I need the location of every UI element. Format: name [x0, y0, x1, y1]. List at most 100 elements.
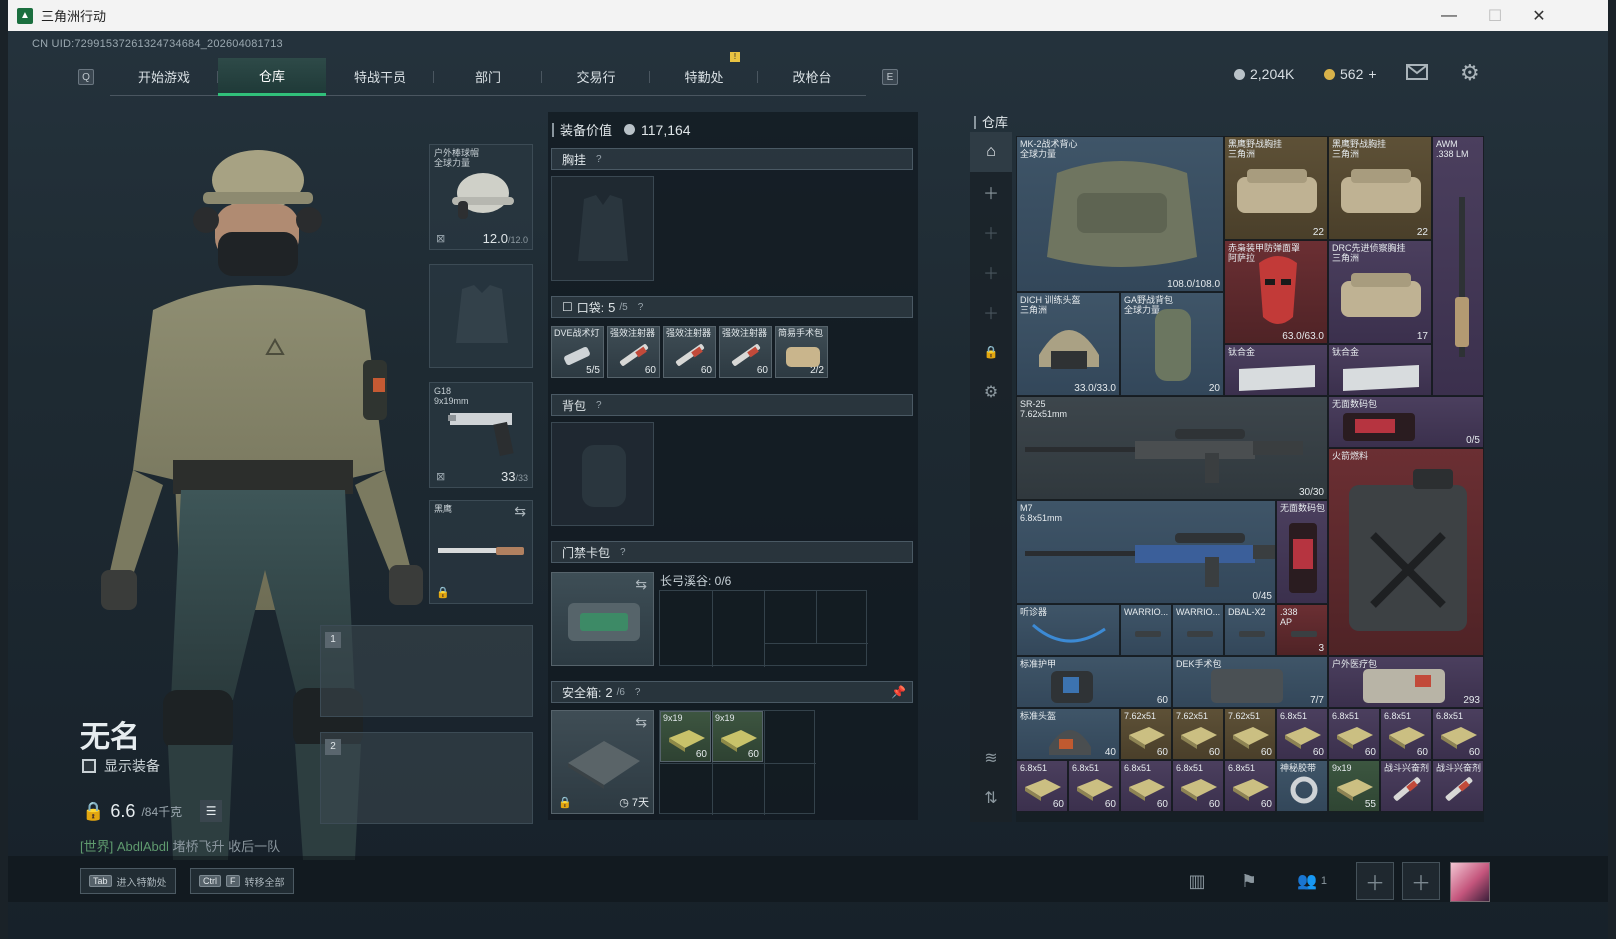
invite-slot-2[interactable]: ＋ — [1402, 862, 1440, 900]
ammo-item[interactable]: 6.8x51 60 — [1068, 760, 1120, 812]
face-mask-item[interactable]: 赤枭装甲防弹面罩 阿萨拉 63.0/63.0 — [1224, 240, 1328, 344]
lock-page-icon[interactable]: 🔒 — [970, 332, 1012, 372]
list-icon[interactable]: ☰ — [200, 800, 223, 822]
help-icon[interactable]: ? — [596, 400, 602, 411]
stimulant-item[interactable]: 战斗兴奋剂 — [1380, 760, 1432, 812]
ingot-item[interactable]: 钛合金 — [1224, 344, 1328, 396]
ammo-item[interactable]: 6.8x51 60 — [1276, 708, 1328, 760]
data-drive-item[interactable]: 无面数码包 0/5 — [1328, 396, 1484, 448]
ingot-item[interactable]: 钛合金 — [1328, 344, 1432, 396]
ammo-item[interactable]: .338 AP 3 — [1276, 604, 1328, 656]
helmet-item[interactable]: 标准头盔 40 — [1016, 708, 1120, 760]
keycard-case-item[interactable]: ⇆ — [551, 572, 654, 666]
tab-department[interactable]: 部门 — [434, 58, 542, 96]
checkbox-icon[interactable] — [82, 759, 96, 773]
help-icon[interactable]: ? — [596, 154, 602, 165]
primary-weapon-slot-1[interactable]: 1 — [320, 625, 533, 717]
laser-item[interactable]: DBAL-X2 — [1224, 604, 1276, 656]
m7-rifle-item[interactable]: M7 6.8x51mm 0/45 — [1016, 500, 1276, 604]
ammo-item[interactable]: 6.8x51 60 — [1328, 708, 1380, 760]
safebox-ammo-item[interactable]: 9x19 60 — [660, 711, 711, 762]
minimize-button[interactable]: — — [1426, 0, 1472, 31]
keycard-grid[interactable] — [659, 590, 868, 667]
ammo-item[interactable]: 6.8x51 60 — [1380, 708, 1432, 760]
sort-icon[interactable]: ⇅ — [970, 778, 1012, 818]
avatar[interactable] — [1450, 862, 1490, 902]
helmet-slot[interactable]: 户外棒球帽 全球力量 ⊠ 12.0/12.0 — [429, 144, 533, 250]
melee-slot[interactable]: 黑鹰 ⇆ 🔒 — [429, 500, 533, 604]
warehouse-grid[interactable]: MK-2战术背心 全球力量 108.0/108.0 黑鹰野战胸挂 三角洲 22 黑鹰野战胸挂… — [1016, 136, 1484, 822]
safebox-ammo-item[interactable]: 9x19 60 — [712, 711, 763, 762]
safebox-item[interactable]: ⇆ 🔒 ◷ 7天 — [551, 710, 654, 814]
swap-icon[interactable]: ⇆ — [514, 503, 526, 520]
armor-slot[interactable] — [429, 264, 533, 368]
awm-rifle-item[interactable]: AWM .338 LM — [1432, 136, 1484, 396]
show-gear-toggle[interactable]: 显示装备 — [82, 756, 160, 776]
swap-icon[interactable]: ⇆ — [635, 576, 647, 593]
mail-icon[interactable] — [1406, 64, 1428, 80]
add-page-icon[interactable]: ＋ — [970, 172, 1012, 212]
invite-slot-1[interactable]: ＋ — [1356, 862, 1394, 900]
vest-item[interactable]: MK-2战术背心 全球力量 108.0/108.0 — [1016, 136, 1224, 292]
ammo-item[interactable]: 7.62x51 60 — [1120, 708, 1172, 760]
ammo-item[interactable]: 7.62x51 60 — [1224, 708, 1276, 760]
nav-key-right[interactable]: E — [882, 69, 898, 85]
enter-special-ops-button[interactable]: Tab 进入特勤处 — [80, 868, 176, 894]
ammo-item[interactable]: 6.8x51 60 — [1224, 760, 1276, 812]
add-page-icon[interactable]: ＋ — [970, 292, 1012, 332]
pocket-item[interactable]: 强效注射器 60 — [663, 326, 716, 378]
primary-weapon-slot-2[interactable]: 2 — [320, 732, 533, 824]
tab-special-ops[interactable]: 特勤处 — [650, 58, 758, 96]
ammo-item[interactable]: 7.62x51 60 — [1172, 708, 1224, 760]
chest-rig-item[interactable]: 黑鹰野战胸挂 三角洲 22 — [1328, 136, 1432, 240]
help-icon[interactable]: ? — [635, 687, 641, 698]
data-drive-item[interactable]: 无面数码包 — [1276, 500, 1328, 604]
chest-rig-item[interactable]: 黑鹰野战胸挂 三角洲 22 — [1224, 136, 1328, 240]
tab-operators[interactable]: 特战干员 — [326, 58, 434, 96]
tape-item[interactable]: 神秘胶带 — [1276, 760, 1328, 812]
add-page-icon[interactable]: ＋ — [970, 212, 1012, 252]
ammo-item[interactable]: 6.8x51 60 — [1432, 708, 1484, 760]
pocket-item[interactable]: DVE战术灯 5/5 — [551, 326, 604, 378]
backpack-slot[interactable] — [551, 422, 654, 526]
attachment-item[interactable]: WARRIO... — [1120, 604, 1172, 656]
warehouse-settings-icon[interactable]: ⚙ — [970, 372, 1012, 412]
add-currency-icon[interactable]: + — [1368, 66, 1376, 82]
transfer-all-button[interactable]: Ctrl F 转移全部 — [190, 868, 294, 894]
pocket-item[interactable]: 强效注射器 60 — [719, 326, 772, 378]
armor-item[interactable]: 标准护甲 60 — [1016, 656, 1172, 708]
stimulant-item[interactable]: 战斗兴奋剂 — [1432, 760, 1484, 812]
stethoscope-item[interactable]: 听诊器 — [1016, 604, 1120, 656]
ammo-item[interactable]: 6.8x51 60 — [1016, 760, 1068, 812]
chest-rig-item[interactable]: DRC先进侦察胸挂 三角洲 17 — [1328, 240, 1432, 344]
help-icon[interactable]: ? — [620, 547, 626, 558]
ammo-item[interactable]: 6.8x51 60 — [1172, 760, 1224, 812]
sr25-rifle-item[interactable]: SR-25 7.62x51mm 30/30 — [1016, 396, 1328, 500]
tab-trading[interactable]: 交易行 — [542, 58, 650, 96]
add-page-icon[interactable]: ＋ — [970, 252, 1012, 292]
swap-icon[interactable]: ⇆ — [635, 714, 647, 731]
pin-icon[interactable]: 📌 — [891, 685, 906, 699]
attachment-item[interactable]: WARRIO... — [1172, 604, 1224, 656]
layers-icon[interactable]: ≋ — [970, 738, 1012, 778]
ammo-item[interactable]: 9x19 55 — [1328, 760, 1380, 812]
fuel-canister-item[interactable]: 火箭燃料 — [1328, 448, 1484, 656]
backpack-item[interactable]: GA野战背包 全球力量 20 — [1120, 292, 1224, 396]
tab-warehouse[interactable]: 仓库 — [218, 58, 326, 96]
ammo-item[interactable]: 6.8x51 60 — [1120, 760, 1172, 812]
stats-chart-icon[interactable]: ▥ — [1182, 866, 1212, 896]
chest-rig-slot[interactable] — [551, 176, 654, 281]
pocket-item[interactable]: 简易手术包 2/2 — [775, 326, 828, 378]
pistol-slot[interactable]: G18 9x19mm ⊠ 33/33 — [429, 382, 533, 488]
tab-start-game[interactable]: 开始游戏 — [110, 58, 218, 96]
surgery-kit-item[interactable]: DEK手术包 7/7 — [1172, 656, 1328, 708]
chat-line[interactable]: [世界] AbdlAbdl 堵桥飞升 收后一队 — [80, 836, 280, 855]
warehouse-page-icon[interactable]: ⌂ — [970, 132, 1012, 172]
maximize-button[interactable]: ☐ — [1472, 0, 1518, 31]
help-icon[interactable]: ? — [638, 302, 644, 313]
flag-icon[interactable]: ⚑ — [1234, 866, 1264, 896]
settings-gear-icon[interactable]: ⚙ — [1460, 60, 1480, 86]
close-button[interactable]: ✕ — [1516, 0, 1562, 31]
squad-button[interactable]: 👥 1 — [1292, 866, 1332, 896]
nav-key-left[interactable]: Q — [78, 69, 94, 85]
